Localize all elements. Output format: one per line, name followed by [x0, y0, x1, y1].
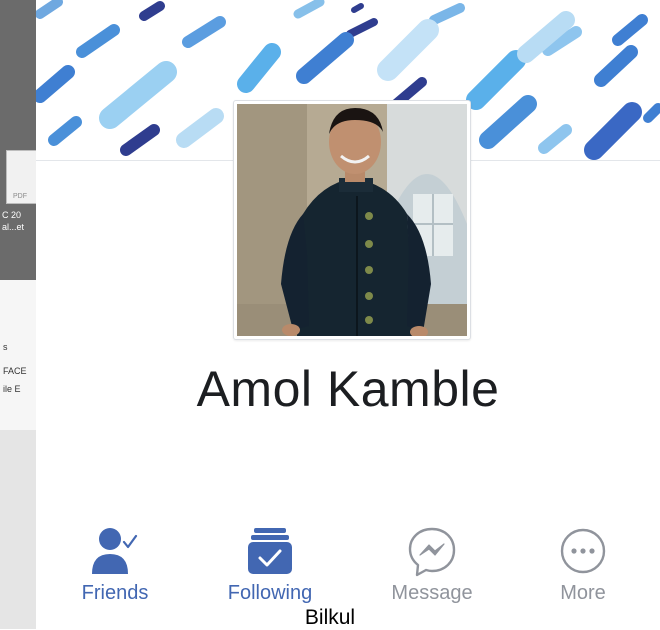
- more-label: More: [560, 582, 606, 604]
- desktop-file-name-line1: C 20: [2, 210, 22, 220]
- friends-label: Friends: [81, 582, 149, 604]
- messenger-icon: [408, 527, 456, 577]
- profile-picture-frame[interactable]: [233, 100, 471, 340]
- following-button[interactable]: Following: [195, 526, 345, 612]
- more-icon: [560, 528, 606, 574]
- background-window-text-1: s: [3, 342, 8, 352]
- message-label: Message: [391, 582, 473, 604]
- profile-name: Amol Kamble: [196, 361, 500, 417]
- desktop-file-name-line2: al...et: [2, 222, 25, 232]
- background-window: s FACE ile E: [0, 280, 36, 430]
- profile-picture: [237, 104, 467, 336]
- profile-photo-illustration: [237, 104, 467, 336]
- message-button[interactable]: Message: [357, 526, 507, 612]
- friends-button[interactable]: Friends: [40, 526, 190, 612]
- desktop-lower-area: [0, 430, 36, 629]
- background-window-text-3: ile E: [3, 384, 21, 394]
- more-button[interactable]: More: [508, 526, 658, 612]
- following-label: Following: [227, 582, 313, 604]
- subtitle-caption: Bilkul: [304, 606, 356, 629]
- profile-page: Amol Kamble Friends Following Message Mo…: [36, 0, 660, 629]
- desktop-dark-area: [0, 0, 36, 280]
- friends-check-icon: [92, 528, 138, 574]
- profile-action-bar: Friends Following Message More: [36, 526, 660, 616]
- background-window-text-2: FACE: [3, 366, 27, 376]
- desktop-background: PDF C 20 al...et s FACE ile E: [0, 0, 36, 629]
- following-icon: [248, 528, 292, 574]
- pdf-label: PDF: [13, 193, 27, 200]
